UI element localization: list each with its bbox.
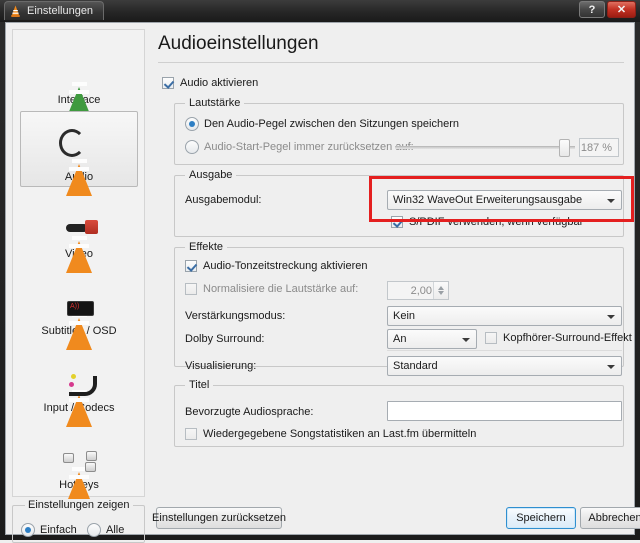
checkbox-normalize-volume[interactable]: Normalisiere die Lautstärke auf:: [185, 283, 358, 295]
vlc-cone-headphones-icon: [55, 123, 103, 196]
checkbox-audio-enabled[interactable]: Audio aktivieren: [162, 77, 258, 89]
checkbox-label: Audio aktivieren: [180, 77, 259, 89]
preferred-audio-language-label: Bevorzugte Audiosprache:: [185, 406, 314, 418]
visualization-label: Visualisierung:: [185, 360, 257, 372]
output-module-value: Win32 WaveOut Erweiterungsausgabe: [393, 194, 583, 206]
output-module-label: Ausgabemodul:: [185, 194, 262, 206]
slider-handle[interactable]: [559, 139, 570, 157]
dolby-surround-value: An: [393, 333, 407, 345]
chevron-down-icon: [607, 199, 615, 203]
volume-level-text: 187 %: [580, 141, 613, 154]
radio-label: Den Audio-Pegel zwischen den Sitzungen s…: [204, 118, 459, 130]
sidebar-item-audio[interactable]: Audio: [20, 111, 138, 196]
effects-divider: [387, 350, 622, 351]
dolby-surround-combobox[interactable]: An: [387, 329, 477, 349]
sidebar-item-hotkeys[interactable]: Hotkeys: [20, 419, 138, 504]
show-settings-group: Einstellungen zeigen Einfach Alle: [12, 499, 145, 543]
checkbox-label: Wiedergegebene Songstatistiken an Last.f…: [203, 428, 477, 440]
radio-save-volume-level[interactable]: Den Audio-Pegel zwischen den Sitzungen s…: [185, 117, 459, 131]
radio-indicator: [87, 523, 101, 537]
checkbox-indicator: [485, 332, 497, 344]
save-button[interactable]: Speichern: [506, 507, 576, 529]
checkbox-lastfm-submit[interactable]: Wiedergegebene Songstatistiken an Last.f…: [185, 428, 476, 440]
sidebar-item-subtitles-osd[interactable]: Subtitles / OSD: [20, 265, 138, 350]
checkbox-label: S/PDIF verwenden, wenn verfügbar: [409, 216, 584, 228]
radio-indicator: [21, 523, 35, 537]
radio-label: Einfach: [40, 524, 77, 536]
spinner-arrows-icon[interactable]: [433, 282, 448, 299]
vlc-cone-icon: [9, 5, 22, 18]
normalize-volume-value: 2,00: [410, 284, 432, 297]
title-divider: [158, 62, 624, 63]
close-button[interactable]: ✕: [607, 1, 636, 18]
vlc-cone-cables-icon: [55, 354, 103, 427]
checkbox-label: Normalisiere die Lautstärke auf:: [203, 283, 359, 295]
title-bar: Einstellungen ? ✕: [0, 0, 640, 22]
chevron-down-icon: [607, 365, 615, 369]
effects-group-title: Effekte: [185, 241, 228, 253]
checkbox-indicator: [185, 428, 197, 440]
page-title: Audioeinstellungen: [158, 33, 319, 54]
checkbox-headphone-surround[interactable]: Kopfhörer-Surround-Effekt: [485, 332, 632, 344]
gain-mode-combobox[interactable]: Kein: [387, 306, 622, 326]
checkbox-indicator: [162, 77, 174, 89]
radio-indicator: [185, 140, 199, 154]
output-module-combobox[interactable]: Win32 WaveOut Erweiterungsausgabe: [387, 190, 622, 210]
vlc-cone-keys-icon: [55, 431, 103, 504]
window-title: Einstellungen: [27, 5, 94, 17]
settings-sidebar: Interface Audio Video A)) Subtitles / OS…: [12, 29, 145, 504]
vlc-cone-display-icon: [55, 277, 103, 350]
volume-group: Lautstärke Den Audio-Pegel zwischen den …: [174, 97, 624, 165]
window-title-tab: Einstellungen: [4, 1, 105, 20]
volume-level-slider[interactable]: [395, 138, 575, 157]
gain-mode-label: Verstärkungsmodus:: [185, 310, 286, 322]
radio-show-simple[interactable]: Einfach: [21, 523, 77, 537]
track-group-title: Titel: [185, 379, 214, 391]
radio-show-all[interactable]: Alle: [87, 523, 124, 537]
track-group: Titel Bevorzugte Audiosprache: Wiedergeg…: [174, 379, 624, 447]
chevron-down-icon: [462, 338, 470, 342]
gain-mode-value: Kein: [393, 310, 416, 322]
checkbox-label: Audio-Tonzeitstreckung aktivieren: [203, 260, 368, 272]
chevron-down-icon: [607, 315, 615, 319]
reset-settings-button[interactable]: Einstellungen zurücksetzen: [152, 507, 286, 529]
radio-label: Alle: [106, 524, 125, 536]
cancel-button[interactable]: Abbrechen: [580, 507, 640, 529]
vlc-cone-icon: [55, 46, 103, 119]
checkbox-label: Kopfhörer-Surround-Effekt: [503, 332, 632, 344]
checkbox-indicator: [391, 216, 403, 228]
vlc-cone-glasses-icon: [55, 200, 103, 273]
output-group: Ausgabe Ausgabemodul: Win32 WaveOut Erwe…: [174, 169, 624, 237]
dialog-client-area: Interface Audio Video A)) Subtitles / OS…: [5, 22, 640, 543]
checkbox-indicator: [185, 283, 197, 295]
checkbox-spdif[interactable]: S/PDIF verwenden, wenn verfügbar: [391, 216, 583, 228]
output-group-title: Ausgabe: [185, 169, 237, 181]
volume-level-value: 187 %: [579, 138, 619, 157]
preferred-audio-language-input[interactable]: [387, 401, 622, 421]
settings-window: Einstellungen ? ✕ Interface Audio Video …: [0, 0, 640, 543]
visualization-value: Standard: [393, 360, 438, 372]
normalize-volume-spinner[interactable]: 2,00: [387, 281, 449, 300]
effects-group: Effekte Audio-Tonzeitstreckung aktiviere…: [174, 241, 632, 376]
checkbox-indicator: [185, 260, 197, 272]
sidebar-item-input-codecs[interactable]: Input / Codecs: [20, 342, 138, 427]
show-settings-title: Einstellungen zeigen: [25, 499, 133, 511]
sidebar-item-video[interactable]: Video: [20, 188, 138, 273]
radio-indicator: [185, 117, 199, 131]
radio-label: Audio-Start-Pegel immer zurücksetzen auf…: [204, 141, 414, 153]
sidebar-item-interface[interactable]: Interface: [20, 34, 138, 119]
settings-main-panel: Audioeinstellungen Audio aktivieren Laut…: [154, 29, 634, 497]
volume-group-title: Lautstärke: [185, 97, 245, 109]
help-button[interactable]: ?: [579, 1, 605, 18]
checkbox-timestretch[interactable]: Audio-Tonzeitstreckung aktivieren: [185, 260, 367, 272]
slider-track: [395, 146, 575, 149]
visualization-combobox[interactable]: Standard: [387, 356, 622, 376]
dolby-surround-label: Dolby Surround:: [185, 333, 265, 345]
radio-reset-volume-level[interactable]: Audio-Start-Pegel immer zurücksetzen auf…: [185, 140, 414, 154]
